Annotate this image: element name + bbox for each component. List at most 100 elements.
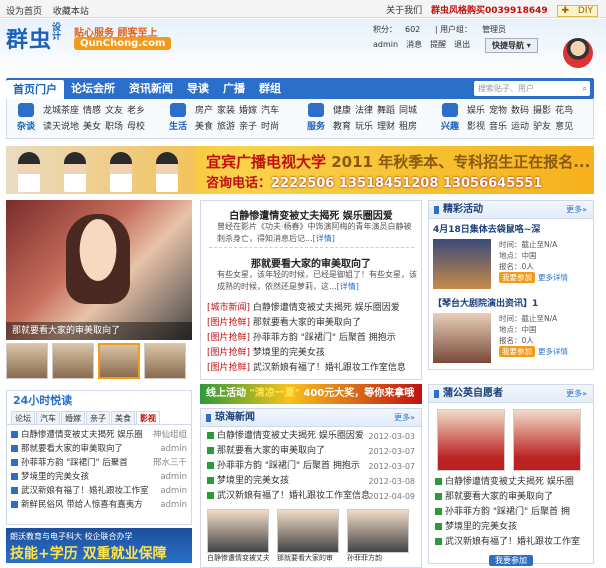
list-item[interactable]: 新鲜民俗风 带给人惊喜有嘉夷方 admin bbox=[11, 498, 187, 512]
item-title[interactable]: 梦境里的完美女孩 bbox=[445, 522, 517, 532]
list-item[interactable]: 武汉新娘有福了！婚礼跟妆工作室 bbox=[435, 535, 595, 550]
subnav-link[interactable]: 数码 bbox=[511, 106, 529, 116]
tab-food[interactable]: 美食 bbox=[111, 411, 135, 424]
thumbnail[interactable] bbox=[52, 343, 94, 379]
detail-link[interactable]: [详情] bbox=[337, 282, 359, 291]
item-author[interactable]: 邢水三千 bbox=[153, 456, 187, 470]
item-author[interactable]: admin bbox=[160, 442, 187, 456]
subnav-link[interactable]: 驴友 bbox=[533, 122, 551, 132]
item-title[interactable]: 白静惨遭情变被丈夫揭死 娱乐圈 bbox=[445, 477, 574, 487]
item-title[interactable]: 梦境里的完美女孩 bbox=[253, 348, 325, 358]
list-item[interactable]: [图片抢鲜] 孙菲菲方韵 "踩裙门" 后聚首 拥抱示 bbox=[207, 331, 417, 346]
subnav-link[interactable]: 母校 bbox=[127, 122, 145, 132]
item-title[interactable]: 武汉新娘有福了！婚礼跟妆工作室信息 bbox=[253, 363, 406, 373]
item-title[interactable]: 那就要看大家的审美取向了 bbox=[217, 446, 325, 456]
quick-nav-button[interactable]: 快捷导航 ▾ bbox=[485, 38, 538, 53]
list-item[interactable]: 孙菲菲方韵 "踩裙门" 后聚首 邢水三千 bbox=[11, 456, 187, 470]
list-item[interactable]: [城市新闻] 白静惨遭情变被丈夫揭死 娱乐圈因爱 bbox=[207, 301, 417, 316]
activity-title[interactable]: 【琴台大剧院演出资讯】1 bbox=[433, 297, 593, 311]
item-tag[interactable]: [图片抢鲜] bbox=[207, 348, 250, 358]
more-link[interactable]: 更多» bbox=[566, 385, 587, 403]
volunteer-join-button[interactable]: 我要参加 bbox=[489, 555, 533, 566]
hero-slideshow[interactable]: 那就要看大家的审美取向了 bbox=[6, 200, 192, 340]
subnav-link[interactable]: 摄影 bbox=[533, 106, 551, 116]
education-ad[interactable]: 朗沃教育与电子科大 校企联合办学 技能+学历 双重就业保障 bbox=[6, 528, 192, 563]
subnav-link[interactable]: 运动 bbox=[511, 122, 529, 132]
more-link[interactable]: 更多» bbox=[394, 409, 415, 427]
list-item[interactable]: 武汉新娘有福了！婚礼跟妆工作室信息 2012-04-09 bbox=[207, 489, 415, 504]
subnav-link[interactable]: 文友 bbox=[105, 106, 123, 116]
subnav-link[interactable]: 职场 bbox=[105, 122, 123, 132]
detail-link[interactable]: 更多详情 bbox=[538, 273, 568, 282]
subnav-link[interactable]: 舞蹈 bbox=[377, 106, 395, 116]
join-button[interactable]: 我要参加 bbox=[499, 272, 535, 283]
subnav-link[interactable]: 婚嫁 bbox=[239, 106, 257, 116]
activity-title[interactable]: 4月18日集体去袋鼠咯~深 bbox=[433, 223, 593, 237]
more-link[interactable]: 更多» bbox=[566, 201, 587, 219]
subnav-label[interactable]: 服务 bbox=[307, 122, 325, 132]
item-title[interactable]: 孙菲菲方韵 "踩裙门" 后聚首 拥抱示 bbox=[253, 333, 396, 343]
subnav-link[interactable]: 影视 bbox=[467, 122, 485, 132]
activity-image[interactable] bbox=[433, 313, 491, 363]
item-tag[interactable]: [图片抢鲜] bbox=[207, 333, 250, 343]
item-title[interactable]: 孙菲菲方韵 "踩裙门" 后聚首 bbox=[21, 458, 128, 468]
search-icon[interactable]: ⌕ bbox=[583, 81, 587, 96]
item-title[interactable]: 白静惨遭情变被丈夫揭死 娱乐圈因爱 bbox=[253, 303, 400, 313]
subnav-link[interactable]: 旅游 bbox=[217, 122, 235, 132]
list-item[interactable]: [图片抢鲜] 梦境里的完美女孩 bbox=[207, 346, 417, 361]
item-title[interactable]: 那就要看大家的审美取向了 bbox=[253, 318, 361, 328]
tab-car[interactable]: 汽车 bbox=[36, 411, 60, 424]
subnav-link[interactable]: 理财 bbox=[377, 122, 395, 132]
list-item[interactable]: 梦境里的完美女孩 admin bbox=[11, 470, 187, 484]
thumbnail[interactable] bbox=[98, 343, 140, 379]
volunteer-image[interactable] bbox=[437, 409, 505, 471]
item-title[interactable]: 武汉新娘有福了！婚礼跟妆工作室 bbox=[445, 537, 580, 547]
nav-home[interactable]: 首页门户 bbox=[6, 80, 64, 99]
thumbnail[interactable] bbox=[6, 343, 48, 379]
favorite-link[interactable]: 收藏本站 bbox=[53, 7, 89, 17]
list-item[interactable]: 那就要看大家的审美取向了 admin bbox=[11, 442, 187, 456]
nav-groups[interactable]: 群组 bbox=[252, 78, 288, 99]
thumbnail[interactable] bbox=[144, 343, 186, 379]
subnav-link[interactable]: 宠物 bbox=[489, 106, 507, 116]
subnav-link[interactable]: 同城 bbox=[399, 106, 417, 116]
news-image[interactable] bbox=[347, 509, 409, 553]
list-item[interactable]: 白静惨遭情变被丈夫揭死 娱乐圈 神仙组组 bbox=[11, 428, 187, 442]
subnav-link[interactable]: 家装 bbox=[217, 106, 235, 116]
subnav-link[interactable]: 老乡 bbox=[127, 106, 145, 116]
subnav-link[interactable]: 法律 bbox=[355, 106, 373, 116]
headline-2[interactable]: 那就要看大家的审美取向了 bbox=[201, 255, 421, 270]
item-tag[interactable]: [城市新闻] bbox=[207, 303, 250, 313]
subnav-link[interactable]: 娱乐 bbox=[467, 106, 485, 116]
nav-forum[interactable]: 论坛会所 bbox=[64, 78, 122, 99]
list-item[interactable]: [图片抢鲜] 那就要看大家的审美取向了 bbox=[207, 316, 417, 331]
diy-button[interactable]: ✚ DIY bbox=[556, 5, 598, 17]
list-item[interactable]: 孙菲菲方韵 "踩裙门" 后聚首 拥 bbox=[435, 505, 595, 520]
subnav-label[interactable]: 兴趣 bbox=[441, 122, 459, 132]
headline-1[interactable]: 白静惨遭情变被丈夫揭死 娱乐圈因爱 bbox=[201, 207, 421, 222]
tab-wedding[interactable]: 婚嫁 bbox=[61, 411, 85, 424]
image-caption[interactable]: 孙菲菲方韵 bbox=[347, 553, 409, 563]
username-link[interactable]: admin bbox=[373, 40, 398, 49]
list-item[interactable]: 那就要看大家的审美取向了 2012-03-07 bbox=[207, 444, 415, 459]
volunteer-image[interactable] bbox=[513, 409, 581, 471]
detail-link[interactable]: 更多详情 bbox=[538, 347, 568, 356]
list-item[interactable]: 那就要看大家的审美取向了 bbox=[435, 490, 595, 505]
tab-forum[interactable]: 论坛 bbox=[11, 411, 35, 424]
item-title[interactable]: 梦境里的完美女孩 bbox=[217, 476, 289, 486]
activity-ad-strip[interactable]: 线上活动 "清凉一夏" 400元大奖，等你来拿哦 bbox=[200, 384, 422, 404]
item-title[interactable]: 孙菲菲方韵 "踩裙门" 后聚首 拥抱示 bbox=[217, 461, 360, 471]
subnav-link[interactable]: 情感 bbox=[83, 106, 101, 116]
item-author[interactable]: admin bbox=[160, 484, 187, 498]
item-title[interactable]: 武汉新娘有福了！婚礼跟妆工作室 bbox=[21, 486, 149, 496]
subnav-link[interactable]: 房产 bbox=[195, 106, 213, 116]
subnav-link[interactable]: 汽车 bbox=[261, 106, 279, 116]
list-item[interactable]: 武汉新娘有福了！婚礼跟妆工作室 admin bbox=[11, 484, 187, 498]
item-tag[interactable]: [图片抢鲜] bbox=[207, 318, 250, 328]
activity-image[interactable] bbox=[433, 239, 491, 289]
subnav-link[interactable]: 亲子 bbox=[239, 122, 257, 132]
remind-link[interactable]: 提醒 bbox=[430, 40, 446, 49]
item-title[interactable]: 那就要看大家的审美取向了 bbox=[445, 492, 553, 502]
messages-link[interactable]: 消息 bbox=[406, 40, 422, 49]
ad-banner[interactable]: 宜宾广播电视大学 2011 年秋季本、专科招生正在报名... 咨询电话：2222… bbox=[6, 146, 594, 194]
